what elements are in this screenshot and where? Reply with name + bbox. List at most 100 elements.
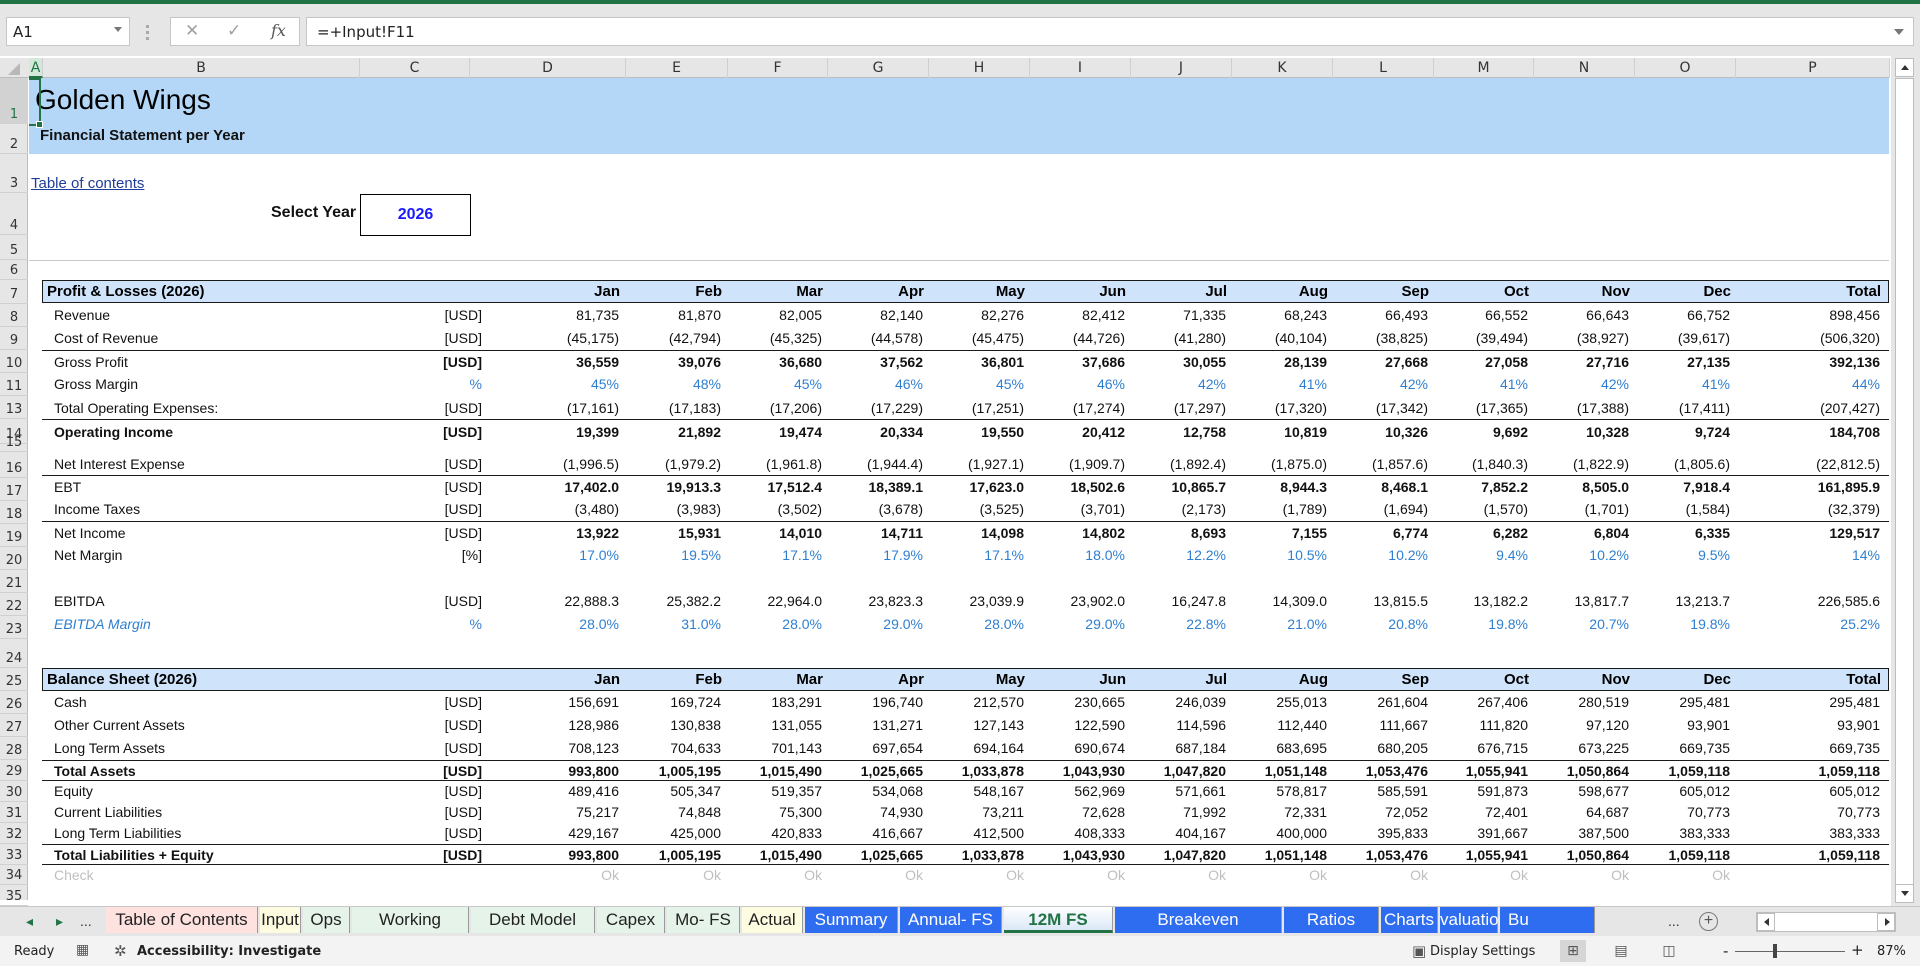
row-header-18[interactable]: 18 bbox=[0, 501, 28, 524]
cell-value[interactable]: (1,979.2) bbox=[621, 456, 721, 472]
enter-check-icon[interactable]: ✓ bbox=[227, 21, 241, 41]
cell-value[interactable]: 10,326 bbox=[1328, 424, 1428, 440]
cell-value[interactable]: 395,833 bbox=[1328, 825, 1428, 841]
row-header-2[interactable]: 2 bbox=[0, 124, 28, 154]
row-header-7[interactable]: 7 bbox=[0, 280, 28, 304]
cell-value[interactable]: 66,643 bbox=[1529, 307, 1629, 323]
row-header-23[interactable]: 23 bbox=[0, 616, 28, 639]
cell-value[interactable]: 392,136 bbox=[1780, 354, 1880, 370]
cell-value[interactable]: 72,628 bbox=[1025, 804, 1125, 820]
cell-value[interactable]: (38,825) bbox=[1328, 330, 1428, 346]
cell-value[interactable]: 694,164 bbox=[924, 740, 1024, 756]
cell-value[interactable]: 20,334 bbox=[823, 424, 923, 440]
cell-value[interactable]: Ok bbox=[1630, 867, 1730, 883]
row-header-13[interactable]: 13 bbox=[0, 396, 28, 419]
cell-value[interactable]: (38,927) bbox=[1529, 330, 1629, 346]
cell-value[interactable]: Ok bbox=[823, 867, 923, 883]
row-header-24[interactable]: 24 bbox=[0, 639, 28, 668]
cell-value[interactable]: 548,167 bbox=[924, 783, 1024, 799]
cell-value[interactable]: (45,325) bbox=[722, 330, 822, 346]
cell-value[interactable]: 114,596 bbox=[1126, 717, 1226, 733]
cell-value[interactable]: 1,050,864 bbox=[1529, 847, 1629, 863]
cell-value[interactable]: 97,120 bbox=[1529, 717, 1629, 733]
cell-value[interactable]: 70,773 bbox=[1780, 804, 1880, 820]
sheet-tab[interactable]: Actual bbox=[742, 907, 803, 933]
sheet-tab[interactable]: Capex bbox=[597, 907, 665, 933]
prev-sheet-icon[interactable]: ◂ bbox=[26, 913, 33, 930]
cell-value[interactable]: 400,000 bbox=[1227, 825, 1327, 841]
cell-value[interactable]: 18,502.6 bbox=[1025, 479, 1126, 495]
zoom-out-button[interactable]: - bbox=[1723, 942, 1728, 960]
cell-value[interactable]: 17.1% bbox=[722, 547, 822, 563]
cell-value[interactable]: 81,870 bbox=[621, 307, 721, 323]
sheet-tab[interactable]: Breakeven bbox=[1115, 907, 1282, 933]
cell-value[interactable]: (17,320) bbox=[1227, 400, 1327, 416]
page-layout-view-icon[interactable]: ▤ bbox=[1608, 940, 1634, 962]
cell-value[interactable]: (17,206) bbox=[722, 400, 822, 416]
cell-value[interactable]: 8,505.0 bbox=[1529, 479, 1629, 495]
sheet-tab[interactable]: Input bbox=[260, 907, 301, 933]
cell-value[interactable]: 10.2% bbox=[1529, 547, 1629, 563]
cell-value[interactable]: 10,328 bbox=[1529, 424, 1629, 440]
cell-value[interactable]: (17,274) bbox=[1025, 400, 1125, 416]
cell-value[interactable]: 585,591 bbox=[1328, 783, 1428, 799]
cell-value[interactable]: 28,139 bbox=[1227, 354, 1327, 370]
cell-value[interactable]: 131,055 bbox=[722, 717, 822, 733]
cell-value[interactable]: Ok bbox=[1328, 867, 1428, 883]
sheet-tab[interactable]: Working Capital bbox=[352, 907, 469, 955]
cell-value[interactable]: 12,758 bbox=[1126, 424, 1226, 440]
cell-value[interactable]: (17,411) bbox=[1630, 400, 1730, 416]
cell-value[interactable]: 29.0% bbox=[823, 616, 923, 632]
cell-value[interactable]: (1,892.4) bbox=[1126, 456, 1226, 472]
cell-value[interactable]: 17.1% bbox=[924, 547, 1024, 563]
cell-value[interactable]: 295,481 bbox=[1630, 694, 1730, 710]
cell-value[interactable]: 19.5% bbox=[621, 547, 721, 563]
cell-value[interactable]: 23,039.9 bbox=[924, 593, 1025, 609]
cell-value[interactable]: 31.0% bbox=[621, 616, 721, 632]
row-header-30[interactable]: 30 bbox=[0, 781, 28, 802]
display-settings-button[interactable]: Display Settings bbox=[1430, 944, 1535, 959]
cell-value[interactable]: (3,502) bbox=[722, 501, 822, 517]
cell-value[interactable]: 391,667 bbox=[1428, 825, 1528, 841]
cell-value[interactable]: (3,480) bbox=[519, 501, 619, 517]
cell-value[interactable]: 13,922 bbox=[519, 525, 619, 541]
column-header-E[interactable]: E bbox=[626, 58, 728, 78]
cell-value[interactable]: (1,996.5) bbox=[519, 456, 619, 472]
row-header-17[interactable]: 17 bbox=[0, 478, 28, 501]
cell-value[interactable]: 697,654 bbox=[823, 740, 923, 756]
cell-value[interactable]: 230,665 bbox=[1025, 694, 1125, 710]
cell-value[interactable]: 605,012 bbox=[1780, 783, 1880, 799]
cell-value[interactable]: 17,402.0 bbox=[519, 479, 620, 495]
cell-value[interactable]: 701,143 bbox=[722, 740, 822, 756]
cell-value[interactable]: 71,992 bbox=[1126, 804, 1226, 820]
cell-value[interactable]: 1,025,665 bbox=[823, 847, 923, 863]
sheet-tab[interactable]: Mo- FS bbox=[667, 907, 740, 933]
column-header-N[interactable]: N bbox=[1534, 58, 1635, 78]
cell-value[interactable]: 598,677 bbox=[1529, 783, 1629, 799]
cell-value[interactable]: 519,357 bbox=[722, 783, 822, 799]
cell-value[interactable]: 19.8% bbox=[1428, 616, 1528, 632]
cell-value[interactable]: 673,225 bbox=[1529, 740, 1629, 756]
cell-value[interactable]: 1,033,878 bbox=[924, 847, 1024, 863]
cell-value[interactable]: 169,724 bbox=[621, 694, 721, 710]
cell-value[interactable]: 37,686 bbox=[1025, 354, 1125, 370]
cell-value[interactable]: 1,043,930 bbox=[1025, 763, 1125, 779]
column-header-B[interactable]: B bbox=[43, 58, 360, 78]
cell-value[interactable]: 6,804 bbox=[1529, 525, 1629, 541]
row-header-8[interactable]: 8 bbox=[0, 304, 28, 327]
row-header-6[interactable]: 6 bbox=[0, 260, 28, 280]
cell-value[interactable]: 425,000 bbox=[621, 825, 721, 841]
cell-value[interactable]: (42,794) bbox=[621, 330, 721, 346]
cell-value[interactable]: 383,333 bbox=[1780, 825, 1880, 841]
cell-value[interactable]: 10,819 bbox=[1227, 424, 1327, 440]
row-header-1[interactable]: 1 bbox=[0, 78, 28, 124]
cell-value[interactable]: Ok bbox=[1126, 867, 1226, 883]
cell-value[interactable]: (17,342) bbox=[1328, 400, 1428, 416]
cell-value[interactable]: 404,167 bbox=[1126, 825, 1226, 841]
cell-value[interactable]: 1,051,148 bbox=[1227, 847, 1327, 863]
cell-value[interactable]: 993,800 bbox=[519, 763, 619, 779]
next-sheet-icon[interactable]: ▸ bbox=[56, 913, 63, 930]
cell-value[interactable]: 1,059,118 bbox=[1780, 763, 1880, 779]
cell-value[interactable]: (1,584) bbox=[1630, 501, 1730, 517]
cell-value[interactable]: 41% bbox=[1630, 376, 1730, 392]
